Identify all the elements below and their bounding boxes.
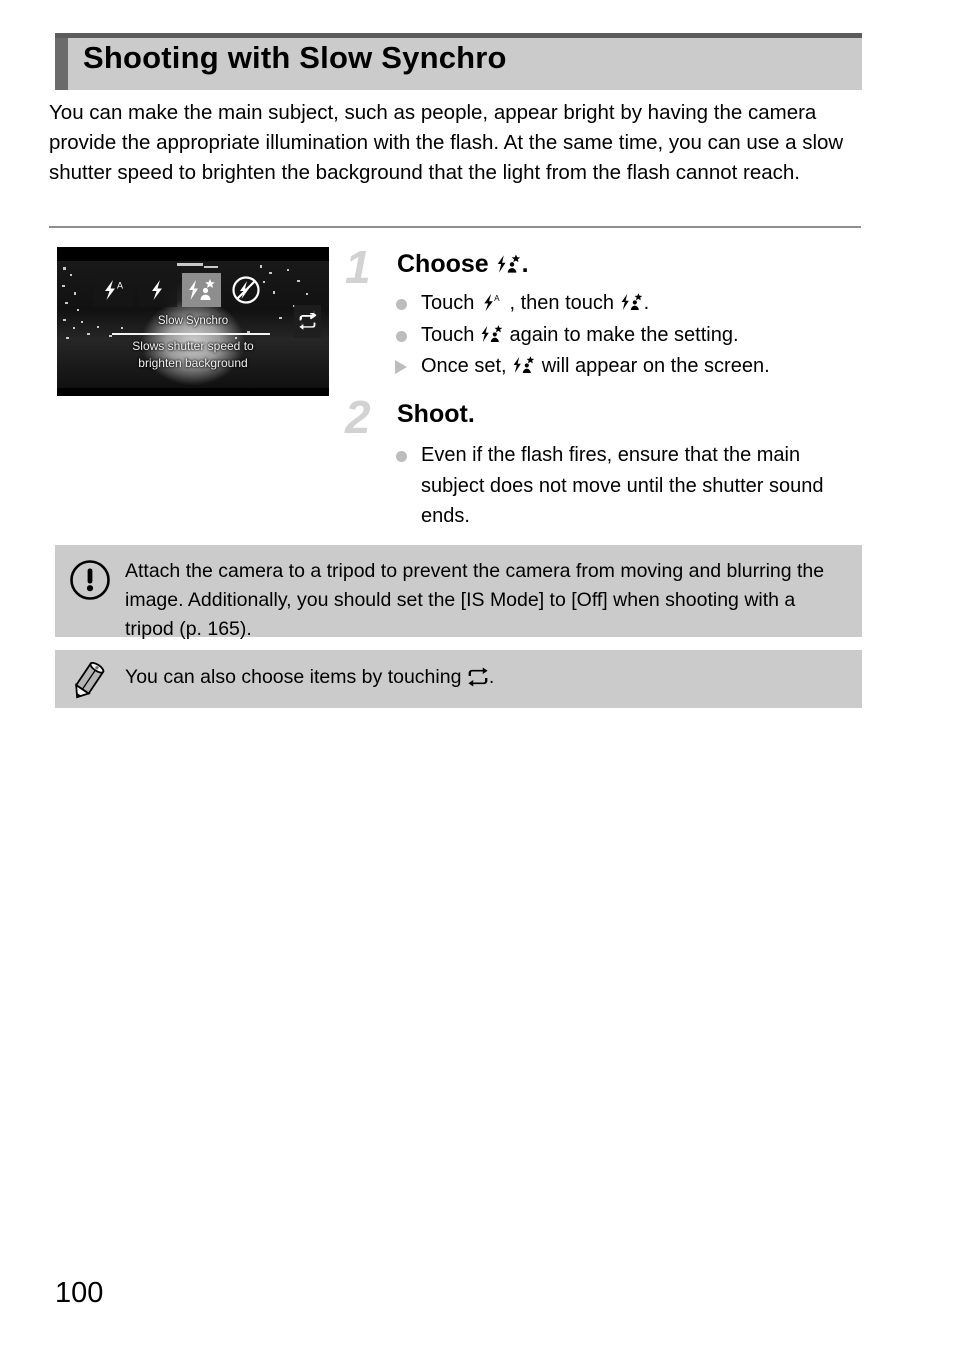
loop-switch-icon <box>468 667 488 687</box>
header-left-accent-bar <box>55 38 68 90</box>
screen-letterbox-bottom <box>57 388 329 396</box>
flash-slow-synchro-option[interactable] <box>182 273 221 307</box>
flash-mode-icon-row[interactable]: A <box>94 273 265 307</box>
step-1-items: Touch A , then touch . Touch again to ma… <box>393 288 863 383</box>
screen-letterbox-top <box>57 247 329 261</box>
step-1-heading-suffix: . <box>521 250 529 278</box>
step-1-item-1-part-3: . <box>643 292 650 314</box>
selected-mode-description: Slows shutter speed to brighten backgrou… <box>57 338 329 372</box>
page-number: 100 <box>55 1277 104 1309</box>
flash-on-icon <box>151 280 162 300</box>
camera-screen-illustration: A Slow Synchro Slows shutter speed to br… <box>57 247 329 396</box>
description-line-1: Slows shutter speed to <box>132 339 254 353</box>
camera-screen-rule <box>112 333 270 335</box>
step-1-item-2-part-2: again to make the setting. <box>503 323 739 346</box>
step-1-item-3-part-2: will appear on the screen. <box>536 355 770 377</box>
note-box: You can also choose items by touching . <box>55 650 862 708</box>
bullet-dot-icon <box>396 330 407 342</box>
caution-box: Attach the camera to a tripod to prevent… <box>55 545 862 640</box>
svg-text:A: A <box>117 281 123 291</box>
bullet-dot-icon <box>396 299 407 310</box>
list-item: Once set, will appear on the screen. <box>393 351 863 382</box>
flash-slow-synchro-icon <box>513 356 535 373</box>
flash-auto-option[interactable]: A <box>94 273 133 307</box>
loop-switch-button[interactable] <box>294 305 321 338</box>
pencil-icon <box>67 659 113 705</box>
flash-slow-synchro-icon <box>481 324 503 342</box>
note-text-after: . <box>488 666 495 688</box>
selected-mode-label: Slow Synchro <box>157 315 229 327</box>
step-1-heading: Choose . <box>397 250 529 279</box>
note-text-before: You can also choose items by touching <box>125 666 467 688</box>
flash-slow-synchro-icon <box>497 254 520 273</box>
flash-slow-synchro-icon <box>621 293 642 310</box>
step-1-item-1-part-1: Touch <box>421 292 480 314</box>
step-1-item-2-part-1: Touch <box>421 323 480 346</box>
list-item: Touch A , then touch . <box>393 288 863 319</box>
intro-paragraph: You can make the main subject, such as p… <box>49 101 844 184</box>
note-box-text: You can also choose items by touching . <box>125 650 862 705</box>
step-1-heading-text: Choose <box>397 250 489 278</box>
description-line-2: brighten background <box>138 356 248 370</box>
page-title: Shooting with Slow Synchro <box>83 40 507 75</box>
step-1-item-1-part-2: , then touch <box>503 292 620 314</box>
step-1-number: 1 <box>345 241 371 293</box>
caution-box-text: Attach the camera to a tripod to prevent… <box>125 560 825 640</box>
step-2-heading: Shoot. <box>397 400 475 428</box>
step-2-number: 2 <box>345 391 371 443</box>
flash-off-icon <box>231 276 260 304</box>
bullet-triangle-icon <box>395 360 407 374</box>
loop-switch-icon <box>299 313 317 330</box>
flash-auto-icon: A <box>104 280 123 300</box>
flash-on-option[interactable] <box>138 273 177 307</box>
flash-auto-icon: A <box>484 293 500 312</box>
list-item: Even if the flash fires, ensure that the… <box>393 440 861 532</box>
bullet-dot-icon <box>396 451 407 462</box>
step-1-item-3-part-1: Once set, <box>421 355 513 377</box>
list-item: Touch again to make the setting. <box>393 320 863 351</box>
step-2-items: Even if the flash fires, ensure that the… <box>393 440 861 533</box>
flash-slow-synchro-icon <box>188 279 215 300</box>
section-divider <box>49 226 861 228</box>
svg-text:A: A <box>494 294 500 303</box>
flash-off-option[interactable] <box>226 273 265 307</box>
exclamation-circle-icon <box>67 557 113 603</box>
page-header: Shooting with Slow Synchro <box>55 33 862 90</box>
step-2-item-1-text: Even if the flash fires, ensure that the… <box>421 444 824 527</box>
